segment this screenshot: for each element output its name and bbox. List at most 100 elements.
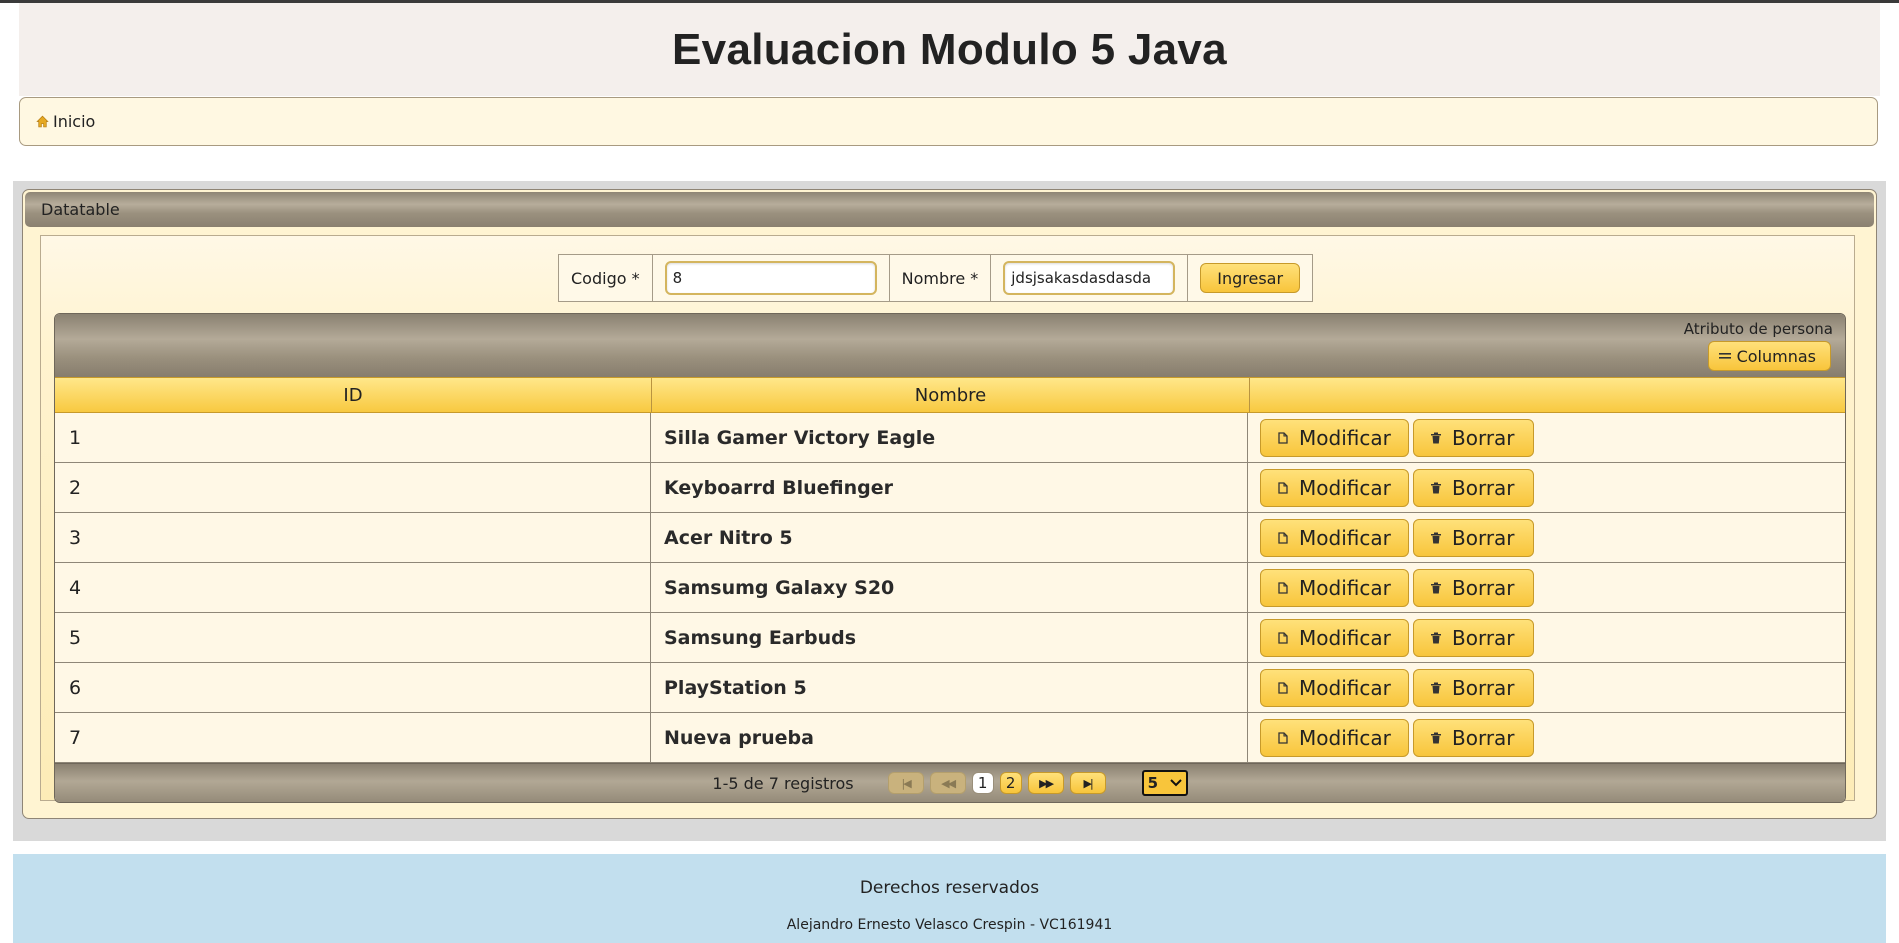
trash-icon — [1431, 582, 1441, 593]
modify-label: Modificar — [1299, 725, 1391, 750]
data-table: Atributo de persona Columnas ID Nombre 1… — [54, 313, 1846, 803]
paginator: 1-5 de 7 registros |◀ ◀◀ 1 2 ▶▶ ▶| 5 — [55, 763, 1845, 802]
delete-label: Borrar — [1452, 425, 1515, 450]
delete-label: Borrar — [1452, 725, 1515, 750]
cell-nombre: Silla Gamer Victory Eagle — [651, 413, 1248, 462]
column-header-id[interactable]: ID — [55, 378, 652, 412]
table-row: 5 Samsung Earbuds Modificar Borrar — [55, 613, 1845, 663]
trash-icon — [1431, 732, 1441, 743]
delete-button[interactable]: Borrar — [1413, 718, 1534, 757]
document-icon — [1278, 731, 1288, 744]
columns-icon — [1718, 353, 1731, 359]
page-button-1[interactable]: 1 — [971, 772, 994, 794]
cell-id: 2 — [55, 463, 651, 512]
delete-label: Borrar — [1452, 675, 1515, 700]
modify-button[interactable]: Modificar — [1260, 718, 1409, 757]
codigo-label-cell: Codigo * — [559, 255, 653, 301]
modify-button[interactable]: Modificar — [1260, 618, 1409, 657]
table-row: 4 Samsumg Galaxy S20 Modificar Borrar — [55, 563, 1845, 613]
last-page-button[interactable]: ▶| — [1069, 772, 1106, 794]
datatable-panel: Datatable Codigo * Nombre * Ingresar — [22, 189, 1877, 819]
document-icon — [1278, 581, 1288, 594]
table-caption: Atributo de persona — [1683, 320, 1833, 338]
modify-button[interactable]: Modificar — [1260, 668, 1409, 707]
document-icon — [1278, 631, 1288, 644]
cell-id: 5 — [55, 613, 651, 662]
cell-id: 3 — [55, 513, 651, 562]
document-icon — [1278, 481, 1288, 494]
delete-label: Borrar — [1452, 575, 1515, 600]
page-footer: Derechos reservados Alejandro Ernesto Ve… — [13, 854, 1886, 943]
delete-button[interactable]: Borrar — [1413, 568, 1534, 607]
modify-label: Modificar — [1299, 475, 1391, 500]
nombre-label: Nombre * — [901, 268, 979, 288]
table-body: 1 Silla Gamer Victory Eagle Modificar Bo… — [55, 413, 1845, 763]
footer-rights: Derechos reservados — [859, 878, 1040, 898]
delete-label: Borrar — [1452, 525, 1515, 550]
columns-toggle-label: Columnas — [1736, 346, 1816, 366]
cell-nombre: Samsung Earbuds — [651, 613, 1248, 662]
columns-toggle-button[interactable]: Columnas — [1707, 341, 1831, 371]
delete-label: Borrar — [1452, 625, 1515, 650]
rows-per-page-select[interactable]: 5 — [1141, 770, 1188, 796]
modify-button[interactable]: Modificar — [1260, 468, 1409, 507]
trash-icon — [1431, 432, 1441, 443]
modify-label: Modificar — [1299, 675, 1391, 700]
page-button-2[interactable]: 2 — [999, 772, 1022, 794]
table-row: 2 Keyboarrd Bluefinger Modificar Borrar — [55, 463, 1845, 513]
delete-button[interactable]: Borrar — [1413, 468, 1534, 507]
cell-actions: Modificar Borrar — [1248, 563, 1845, 612]
document-icon — [1278, 531, 1288, 544]
page-title: Evaluacion Modulo 5 Java — [672, 24, 1227, 74]
footer-author: Alejandro Ernesto Velasco Crespin - VC16… — [786, 917, 1113, 933]
table-row: 6 PlayStation 5 Modificar Borrar — [55, 663, 1845, 713]
table-row: 1 Silla Gamer Victory Eagle Modificar Bo… — [55, 413, 1845, 463]
table-row: 7 Nueva prueba Modificar Borrar — [55, 713, 1845, 763]
cell-nombre: Keyboarrd Bluefinger — [651, 463, 1248, 512]
entry-form: Codigo * Nombre * Ingresar — [558, 254, 1314, 302]
modify-label: Modificar — [1299, 525, 1391, 550]
trash-icon — [1431, 632, 1441, 643]
trash-icon — [1431, 482, 1441, 493]
trash-icon — [1431, 682, 1441, 693]
cell-nombre: Samsumg Galaxy S20 — [651, 563, 1248, 612]
chevron-down-icon — [1169, 779, 1182, 787]
delete-button[interactable]: Borrar — [1413, 668, 1534, 707]
modify-button[interactable]: Modificar — [1260, 568, 1409, 607]
cell-nombre: Acer Nitro 5 — [651, 513, 1248, 562]
cell-id: 7 — [55, 713, 651, 762]
delete-button[interactable]: Borrar — [1413, 518, 1534, 557]
table-row: 3 Acer Nitro 5 Modificar Borrar — [55, 513, 1845, 563]
nombre-input-cell — [991, 255, 1189, 301]
cell-nombre: PlayStation 5 — [651, 663, 1248, 712]
trash-icon — [1431, 532, 1441, 543]
nombre-label-cell: Nombre * — [890, 255, 992, 301]
table-column-headers: ID Nombre — [55, 377, 1845, 413]
column-header-nombre[interactable]: Nombre — [652, 378, 1250, 412]
rows-per-page-value: 5 — [1147, 774, 1159, 792]
cell-actions: Modificar Borrar — [1248, 613, 1845, 662]
codigo-input[interactable] — [664, 261, 877, 295]
modify-label: Modificar — [1299, 575, 1391, 600]
delete-button[interactable]: Borrar — [1413, 418, 1534, 457]
previous-page-button[interactable]: ◀◀ — [929, 772, 966, 794]
submit-cell: Ingresar — [1188, 255, 1312, 301]
modify-button[interactable]: Modificar — [1260, 518, 1409, 557]
next-page-button[interactable]: ▶▶ — [1027, 772, 1064, 794]
home-icon[interactable] — [36, 115, 49, 128]
first-page-button[interactable]: |◀ — [887, 772, 924, 794]
cell-actions: Modificar Borrar — [1248, 713, 1845, 762]
modify-button[interactable]: Modificar — [1260, 418, 1409, 457]
nombre-input[interactable] — [1003, 261, 1176, 295]
column-header-actions — [1250, 378, 1845, 412]
delete-label: Borrar — [1452, 475, 1515, 500]
panel-header: Datatable — [25, 192, 1874, 227]
document-icon — [1278, 431, 1288, 444]
document-icon — [1278, 681, 1288, 694]
delete-button[interactable]: Borrar — [1413, 618, 1534, 657]
panel-title: Datatable — [41, 200, 120, 219]
ingresar-button[interactable]: Ingresar — [1200, 263, 1301, 293]
breadcrumb-home-link[interactable]: Inicio — [53, 112, 95, 131]
cell-id: 4 — [55, 563, 651, 612]
codigo-input-cell — [653, 255, 890, 301]
